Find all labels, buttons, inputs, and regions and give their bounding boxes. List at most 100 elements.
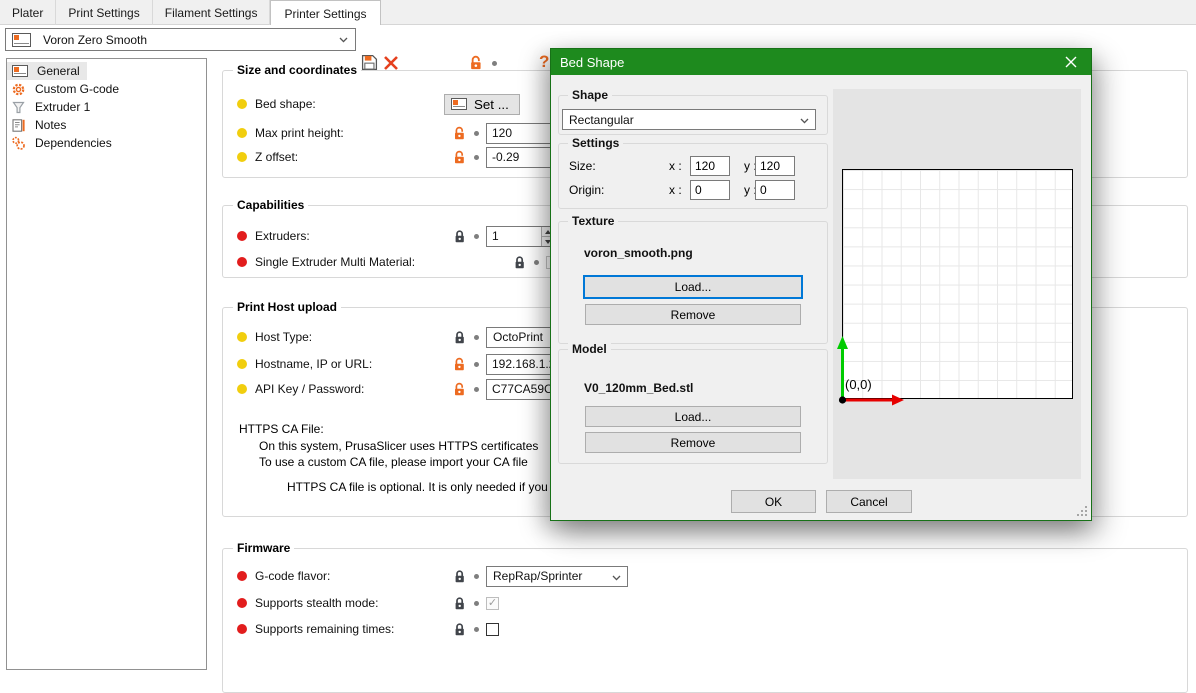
- sidebar-item-label: Extruder 1: [32, 100, 93, 114]
- max-print-height-input[interactable]: [486, 123, 556, 144]
- cancel-button-label: Cancel: [850, 495, 887, 509]
- gears-icon: [11, 136, 26, 151]
- preset-name: Voron Zero Smooth: [43, 33, 147, 47]
- stealth-mode-checkbox[interactable]: ✓: [486, 597, 499, 610]
- section-title: Firmware: [233, 541, 294, 555]
- sidebar-item-extruder-1[interactable]: Extruder 1: [7, 98, 206, 116]
- remaining-times-checkbox[interactable]: [486, 623, 499, 636]
- resize-grip[interactable]: [1077, 506, 1088, 517]
- check-icon: ✓: [488, 597, 497, 609]
- value-dot-icon: [474, 601, 479, 606]
- value-dot-icon: [474, 387, 479, 392]
- sidebar-item-custom-gcode[interactable]: Custom G-code: [7, 80, 206, 98]
- value-dot-icon: [534, 260, 539, 265]
- size-y-input[interactable]: [755, 156, 795, 176]
- section-firmware: Firmware G-code flavor: RepRap/Sprinter …: [222, 548, 1188, 693]
- size-label: Size:: [569, 159, 596, 173]
- note-icon: [11, 118, 26, 133]
- origin-dot: [839, 396, 846, 403]
- lock-icon[interactable]: [513, 255, 527, 269]
- tab-filament-settings[interactable]: Filament Settings: [153, 0, 271, 25]
- bed-shape-dialog: Bed Shape Shape Rectangular Settings Siz…: [550, 48, 1092, 521]
- tab-plater-label: Plater: [12, 6, 43, 20]
- unlock-icon[interactable]: [453, 126, 467, 140]
- z-offset-input[interactable]: [486, 147, 556, 168]
- model-remove-button[interactable]: Remove: [585, 432, 801, 453]
- bed-shape-preview: (0,0): [833, 89, 1081, 479]
- texture-load-button[interactable]: Load...: [583, 275, 803, 299]
- origin-x-input[interactable]: [690, 180, 730, 200]
- cancel-button[interactable]: Cancel: [826, 490, 912, 513]
- host-type-value: OctoPrint: [493, 330, 543, 344]
- tab-print-settings-label: Print Settings: [68, 6, 139, 20]
- x-label: x :: [669, 159, 682, 173]
- sidebar-item-label: Custom G-code: [32, 82, 122, 96]
- tab-print-settings[interactable]: Print Settings: [56, 0, 152, 25]
- lock-icon[interactable]: [453, 330, 467, 344]
- unlock-icon[interactable]: [469, 55, 484, 70]
- origin-y-input[interactable]: [755, 180, 795, 200]
- model-filename: V0_120mm_Bed.stl: [584, 381, 693, 395]
- shape-select-value: Rectangular: [569, 113, 634, 127]
- option-label: Supports stealth mode:: [255, 596, 378, 610]
- option-label: Z offset:: [255, 150, 298, 164]
- texture-filename: voron_smooth.png: [584, 246, 693, 260]
- delete-preset-icon[interactable]: [383, 55, 399, 71]
- option-label: G-code flavor:: [255, 569, 330, 583]
- remove-button-label: Remove: [671, 308, 716, 322]
- tab-plater[interactable]: Plater: [0, 0, 56, 25]
- gcode-flavor-value: RepRap/Sprinter: [493, 569, 582, 583]
- sidebar-item-label: General: [34, 64, 83, 78]
- unlock-icon[interactable]: [453, 382, 467, 396]
- texture-group: Texture voron_smooth.png Load... Remove: [558, 221, 828, 344]
- x-axis-arrowhead: [892, 395, 904, 406]
- lock-icon[interactable]: [453, 622, 467, 636]
- sidebar-item-general[interactable]: General: [7, 62, 87, 80]
- texture-group-title: Texture: [568, 214, 618, 228]
- x-label: x :: [669, 183, 682, 197]
- sidebar-item-dependencies[interactable]: Dependencies: [7, 134, 206, 152]
- system-bullet-icon: [237, 624, 247, 634]
- ca-file-label: HTTPS CA File:: [239, 422, 324, 436]
- sidebar-item-notes[interactable]: Notes: [7, 116, 206, 134]
- option-label: Host Type:: [255, 330, 312, 344]
- size-x-input[interactable]: [690, 156, 730, 176]
- gcode-flavor-select[interactable]: RepRap/Sprinter: [486, 566, 628, 587]
- tab-printer-settings[interactable]: Printer Settings: [270, 0, 380, 26]
- lock-icon[interactable]: [453, 569, 467, 583]
- system-bullet-icon: [237, 571, 247, 581]
- shape-select[interactable]: Rectangular: [562, 109, 816, 130]
- option-label: Extruders:: [255, 229, 310, 243]
- sidebar-item-label: Notes: [32, 118, 69, 132]
- unlock-icon[interactable]: [453, 357, 467, 371]
- ok-button[interactable]: OK: [731, 490, 816, 513]
- save-preset-icon[interactable]: [361, 54, 378, 71]
- value-dot-icon: [474, 362, 479, 367]
- close-icon[interactable]: [1065, 56, 1077, 68]
- ok-button-label: OK: [765, 495, 782, 509]
- value-dot-icon: [474, 574, 479, 579]
- origin-coordinates-label: (0,0): [845, 377, 872, 392]
- tab-printer-settings-label: Printer Settings: [284, 7, 366, 21]
- unlock-icon[interactable]: [453, 150, 467, 164]
- help-question-icon[interactable]: ?: [539, 52, 549, 72]
- settings-group: Settings Size: x : y : Origin: x : y :: [558, 143, 828, 209]
- modified-bullet-icon: [237, 359, 247, 369]
- ca-file-line1: On this system, PrusaSlicer uses HTTPS c…: [259, 439, 538, 453]
- modified-bullet-icon: [237, 99, 247, 109]
- option-label: Single Extruder Multi Material:: [255, 255, 415, 269]
- printer-bed-icon: [12, 65, 28, 77]
- extruders-spinbox[interactable]: 1: [486, 226, 556, 247]
- model-load-button[interactable]: Load...: [585, 406, 801, 427]
- printer-preset-combobox[interactable]: Voron Zero Smooth: [5, 28, 356, 51]
- chevron-down-icon: [339, 37, 348, 43]
- load-button-label: Load...: [675, 280, 712, 294]
- dialog-title-bar[interactable]: Bed Shape: [551, 49, 1091, 75]
- modified-bullet-icon: [237, 128, 247, 138]
- modified-bullet-icon: [237, 152, 247, 162]
- lock-icon[interactable]: [453, 229, 467, 243]
- texture-remove-button[interactable]: Remove: [585, 304, 801, 325]
- bed-shape-set-button[interactable]: Set ...: [444, 94, 520, 115]
- sidebar-item-label: Dependencies: [32, 136, 115, 150]
- lock-icon[interactable]: [453, 596, 467, 610]
